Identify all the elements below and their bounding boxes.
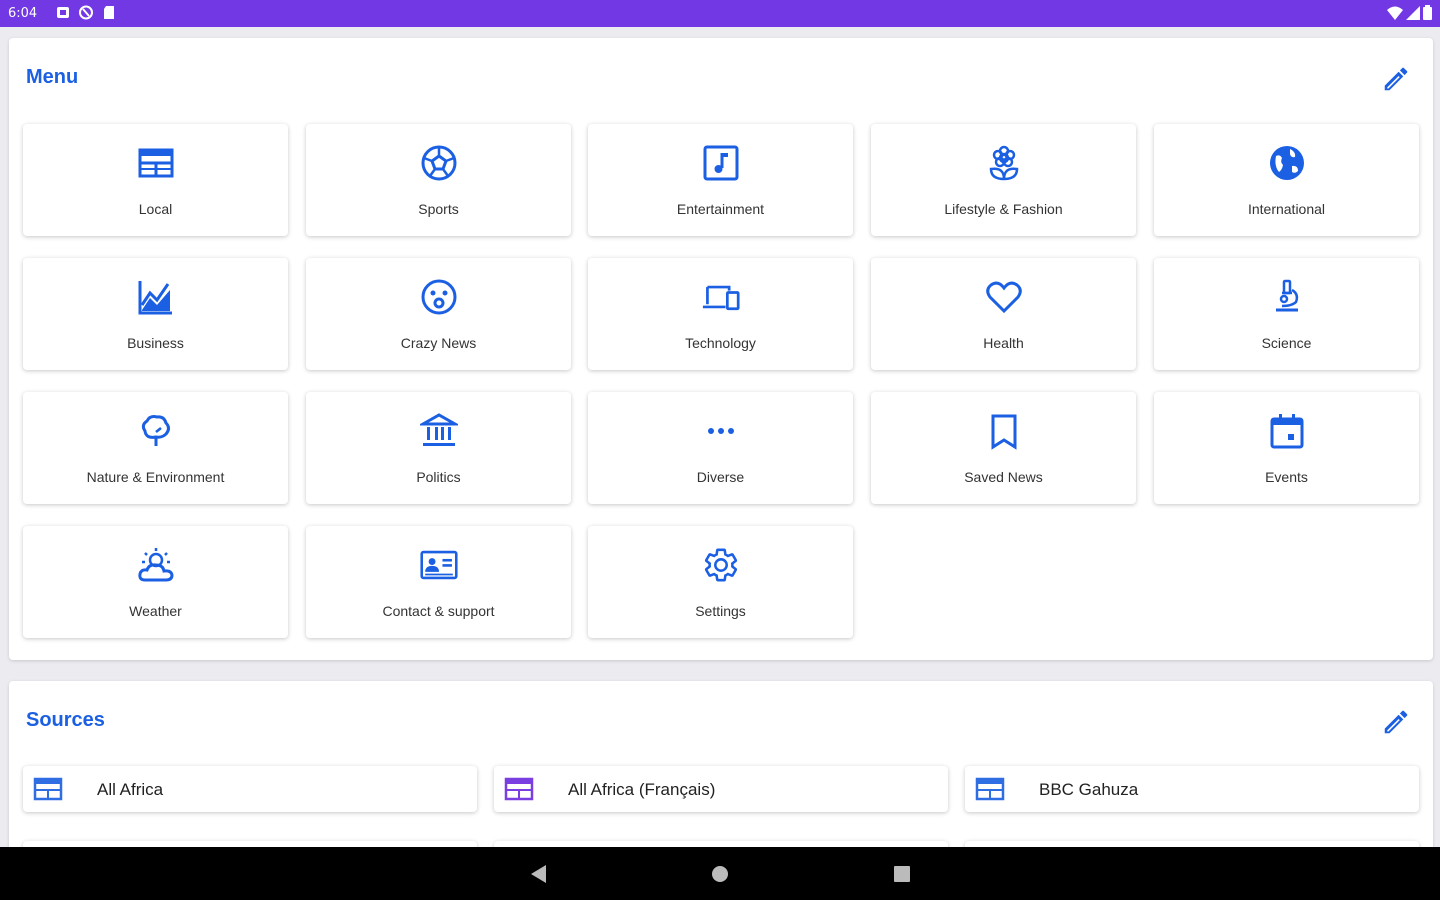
menu-item-sports[interactable]: Sports [306,124,571,236]
menu-item-settings[interactable]: Settings [588,526,853,638]
status-bar: 6:04 [0,0,1440,27]
source-item-label: BBC Gahuza [1039,780,1139,799]
menu-item-saved-news[interactable]: Saved News [871,392,1136,504]
calendar-icon [1266,410,1308,452]
heart-icon [983,276,1025,318]
menu-item-label: Settings [695,603,746,619]
newspaper-icon [135,142,177,184]
menu-item-label: Business [127,335,184,351]
menu-item-label: Events [1265,469,1308,485]
menu-item-label: Health [983,335,1024,351]
menu-item-crazy-news[interactable]: Crazy News [306,258,571,370]
menu-item-label: Sports [418,201,459,217]
music-note-icon [700,142,742,184]
devices-icon [700,276,742,318]
source-item-all-africa[interactable]: All Africa [23,766,477,812]
menu-item-label: Contact & support [382,603,495,619]
globe-icon [1266,142,1308,184]
menu-item-international[interactable]: International [1154,124,1419,236]
government-building-icon [418,410,460,452]
menu-item-entertainment[interactable]: Entertainment [588,124,853,236]
menu-item-contact-support[interactable]: Contact & support [306,526,571,638]
menu-item-label: Saved News [964,469,1043,485]
menu-item-nature-environment[interactable]: Nature & Environment [23,392,288,504]
menu-item-label: Weather [129,603,182,619]
menu-item-label: Local [138,201,173,217]
status-system-icons [1387,5,1432,20]
tree-icon [135,410,177,452]
soccer-ball-icon [418,142,460,184]
system-navigation-bar [0,847,1440,900]
pencil-icon [1384,710,1408,734]
microscope-icon [1266,276,1308,318]
news-source-icon [33,777,63,801]
menu-item-label: Science [1261,335,1312,351]
more-dots-icon [700,410,742,452]
source-item-label: All Africa (Français) [568,780,716,799]
contact-card-icon [418,544,460,586]
menu-item-science[interactable]: Science [1154,258,1419,370]
menu-item-label: Politics [416,469,461,485]
menu-item-label: Diverse [696,469,745,485]
menu-item-label: Crazy News [400,335,477,351]
wifi-icon [1387,6,1403,20]
weather-icon [135,544,177,586]
menu-item-label: Technology [685,335,756,351]
sd-card-icon [104,6,114,19]
news-source-icon [504,777,534,801]
home-icon[interactable] [707,861,733,887]
source-item-bbc-gahuza[interactable]: BBC Gahuza [965,766,1419,812]
menu-item-technology[interactable]: Technology [588,258,853,370]
menu-item-diverse[interactable]: Diverse [588,392,853,504]
menu-section: Menu Local Sports Entertainment Lifestyl… [9,38,1433,660]
menu-item-label: Nature & Environment [86,469,225,485]
menu-item-politics[interactable]: Politics [306,392,571,504]
chart-icon [135,276,177,318]
menu-item-label: International [1247,201,1326,217]
menu-item-health[interactable]: Health [871,258,1136,370]
notification-icon [57,7,69,18]
menu-item-label: Entertainment [676,201,765,217]
menu-item-business[interactable]: Business [23,258,288,370]
source-item-all-africa-francais[interactable]: All Africa (Français) [494,766,948,812]
bookmark-icon [983,410,1025,452]
menu-item-label: Lifestyle & Fashion [944,201,1063,217]
sources-edit-button[interactable] [1379,705,1413,739]
recents-icon[interactable] [889,861,915,887]
menu-item-lifestyle-fashion[interactable]: Lifestyle & Fashion [871,124,1136,236]
menu-item-local[interactable]: Local [23,124,288,236]
news-source-icon [975,777,1005,801]
menu-title: Menu [26,66,79,88]
back-icon[interactable] [526,861,552,887]
pencil-icon [1384,67,1408,91]
surprised-face-icon [418,276,460,318]
menu-edit-button[interactable] [1379,62,1413,96]
sources-title: Sources [26,709,105,731]
flower-icon [983,142,1025,184]
sync-icon [79,5,93,20]
menu-item-weather[interactable]: Weather [23,526,288,638]
status-notification-icons [56,5,116,20]
status-time: 6:04 [8,6,38,21]
signal-icon [1406,5,1420,20]
source-item-label: All Africa [97,780,164,799]
battery-icon [1423,5,1432,20]
gear-icon [700,544,742,586]
menu-item-events[interactable]: Events [1154,392,1419,504]
